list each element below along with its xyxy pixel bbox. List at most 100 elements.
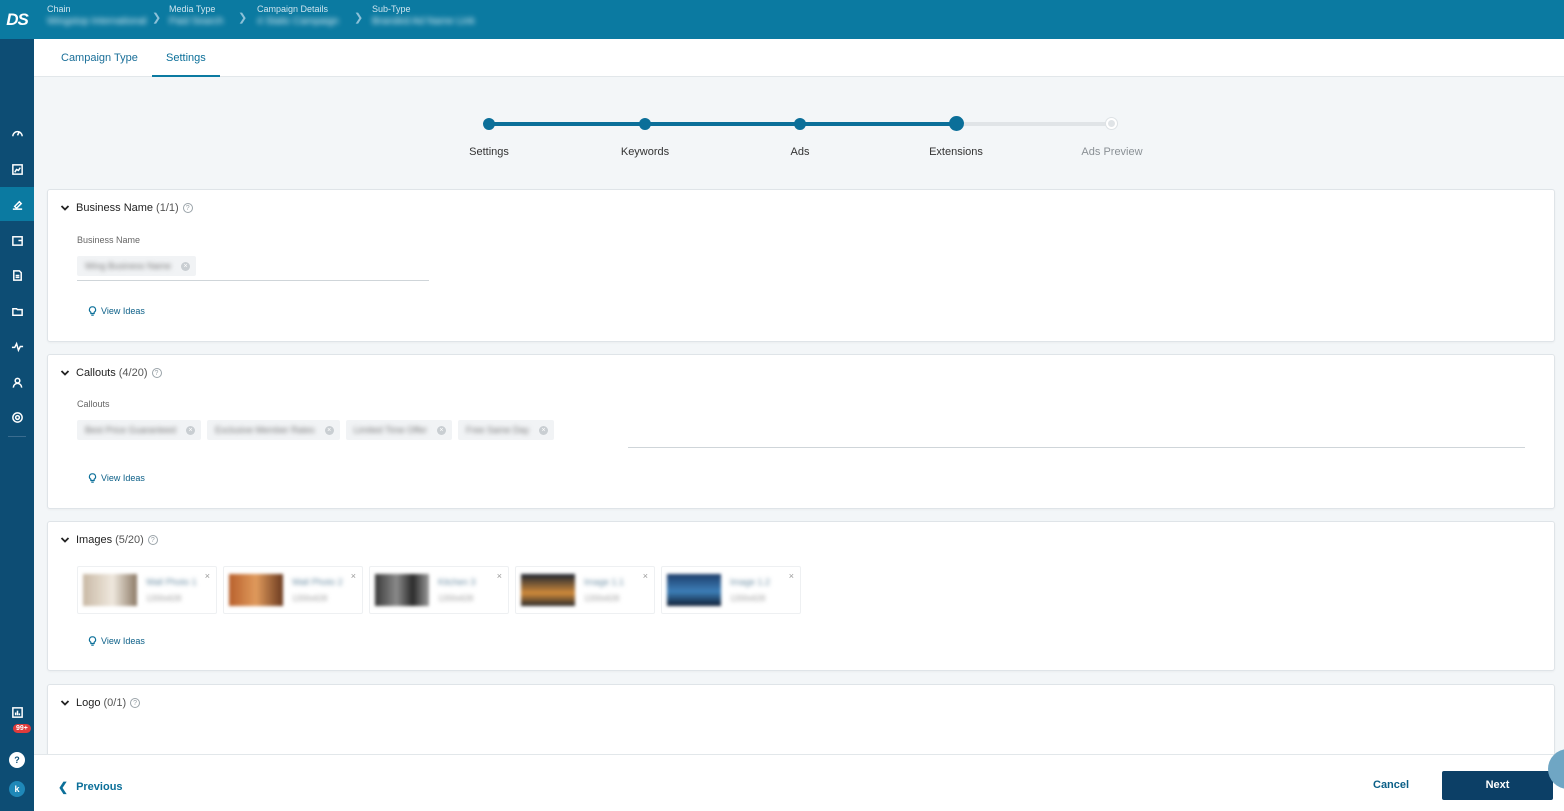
settings-nav-button[interactable] (0, 400, 34, 434)
remove-image-icon[interactable]: × (497, 571, 502, 581)
image-tile[interactable]: Image 1.1 1200x628 × (515, 566, 655, 614)
next-button[interactable]: Next (1442, 771, 1553, 800)
lightbulb-icon (88, 636, 97, 646)
chip[interactable]: Best Price Guaranteed × (77, 420, 202, 440)
chip[interactable]: Exclusive Member Rates × (207, 420, 340, 440)
remove-chip-icon[interactable]: × (324, 425, 334, 435)
view-ideas-link[interactable]: View Ideas (88, 473, 145, 483)
business-name-input[interactable] (77, 280, 429, 281)
lightbulb-icon (88, 306, 97, 316)
breadcrumb-value: 4 Static Campaign (257, 16, 339, 27)
image-tile[interactable]: Kitchen 3 1200x628 × (369, 566, 509, 614)
chip[interactable]: Free Same Day × (457, 420, 554, 440)
users-nav-button[interactable] (0, 365, 34, 399)
image-tile[interactable]: Image 1.2 1200x628 × (661, 566, 801, 614)
breadcrumb-label: Chain (47, 4, 71, 14)
step-label-keywords: Keywords (620, 146, 670, 158)
activity-nav-button[interactable] (0, 329, 34, 363)
help-icon[interactable]: ? (147, 535, 158, 545)
image-dimensions: 1200x628 (730, 594, 766, 603)
breadcrumb-value: Paid Search (169, 16, 224, 27)
image-name: Wall Photo 2 (292, 577, 343, 587)
chip-text: Exclusive Member Rates (215, 425, 315, 435)
wallet-nav-button[interactable] (0, 223, 34, 257)
section-header[interactable]: Images (5/20) ? (60, 534, 158, 546)
cancel-button[interactable]: Cancel (1373, 779, 1409, 791)
dashboard-nav-button[interactable] (0, 116, 34, 150)
chip-text: Wing Business Name (85, 261, 172, 271)
tab-settings[interactable]: Settings (152, 39, 220, 77)
image-tile[interactable]: Wall Photo 1 1200x628 × (77, 566, 217, 614)
stepper-track-remaining (956, 122, 1112, 126)
left-nav-rail: DS 99+ ? k (0, 0, 34, 811)
previous-label: Previous (76, 781, 123, 793)
remove-chip-icon[interactable]: × (539, 425, 548, 435)
image-thumbnail (83, 574, 137, 606)
breadcrumb-media-type[interactable]: Media Type Paid Search (169, 4, 223, 27)
app-logo[interactable]: DS (0, 0, 34, 39)
view-ideas-link[interactable]: View Ideas (88, 306, 145, 316)
section-header[interactable]: Logo (0/1) ? (60, 697, 141, 709)
step-dot-ads[interactable] (794, 118, 806, 130)
breadcrumb-value: Wingstop International (47, 16, 147, 27)
step-label-ads: Ads (790, 146, 810, 158)
remove-chip-icon[interactable]: × (436, 425, 446, 435)
remove-image-icon[interactable]: × (205, 571, 210, 581)
campaign-icon (12, 200, 22, 210)
notification-badge[interactable]: 99+ (13, 724, 31, 733)
previous-button[interactable]: ❮ Previous (58, 780, 123, 794)
section-count: (0/1) (103, 697, 127, 709)
breadcrumb-chain[interactable]: Chain Wingstop International (47, 4, 147, 27)
remove-chip-icon[interactable]: × (181, 261, 191, 271)
remove-chip-icon[interactable]: × (186, 425, 196, 435)
business-name-chips: Wing Business Name × (77, 256, 202, 278)
tab-campaign-type[interactable]: Campaign Type (61, 39, 138, 77)
help-icon[interactable]: ? (151, 368, 162, 378)
view-ideas-label: View Ideas (101, 306, 145, 316)
chip[interactable]: Wing Business Name × (77, 256, 197, 276)
documents-nav-button[interactable] (0, 258, 34, 292)
remove-image-icon[interactable]: × (351, 571, 356, 581)
settings-icon (11, 411, 23, 423)
step-dot-extensions[interactable] (949, 116, 964, 131)
image-thumbnail (521, 574, 575, 606)
step-dot-ads-preview (1106, 118, 1117, 129)
chevron-down-icon (60, 205, 70, 211)
breadcrumb-sub-type[interactable]: Sub-Type Branded Ad Name Link (372, 4, 475, 27)
section-header[interactable]: Business Name (1/1) ? (60, 202, 193, 214)
document-icon (12, 269, 22, 281)
user-avatar[interactable]: k (9, 781, 25, 797)
remove-image-icon[interactable]: × (789, 571, 794, 581)
remove-image-icon[interactable]: × (643, 571, 648, 581)
step-dot-settings[interactable] (483, 118, 495, 130)
step-dot-keywords[interactable] (639, 118, 651, 130)
chevron-right-icon: ❯ (238, 12, 248, 24)
chevron-down-icon (60, 370, 70, 376)
folders-nav-button[interactable] (0, 294, 34, 328)
chip[interactable]: Limited Time Offer × (345, 420, 452, 440)
image-dimensions: 1200x628 (584, 594, 620, 603)
reports-nav-button[interactable] (0, 152, 34, 186)
section-header[interactable]: Callouts (4/20) ? (60, 367, 162, 379)
section-count: (5/20) (115, 534, 144, 546)
image-dimensions: 1200x628 (146, 594, 182, 603)
image-tile[interactable]: Wall Photo 2 1200x628 × (223, 566, 363, 614)
help-icon[interactable]: ? (9, 752, 25, 768)
chevron-right-icon: ❯ (152, 12, 162, 24)
callouts-input[interactable] (628, 447, 1525, 448)
chart-icon (11, 706, 23, 718)
callout-chips: Best Price Guaranteed × Exclusive Member… (77, 420, 560, 442)
image-name: Image 1.2 (730, 577, 771, 587)
campaign-nav-button[interactable] (0, 187, 34, 221)
help-icon[interactable]: ? (182, 203, 193, 213)
breadcrumb-label: Campaign Details (257, 4, 329, 14)
step-label-ads-preview: Ads Preview (1081, 146, 1143, 158)
breadcrumb-campaign-details[interactable]: Campaign Details 4 Static Campaign (257, 4, 339, 27)
section-title: Images (76, 534, 113, 546)
help-icon[interactable]: ? (130, 698, 141, 708)
view-ideas-link[interactable]: View Ideas (88, 636, 145, 646)
section-title: Logo (76, 697, 101, 709)
callouts-section: Callouts (4/20) ? Callouts Best Price Gu… (47, 354, 1555, 509)
chevron-right-icon: ❯ (354, 12, 364, 24)
field-label: Business Name (77, 235, 141, 245)
